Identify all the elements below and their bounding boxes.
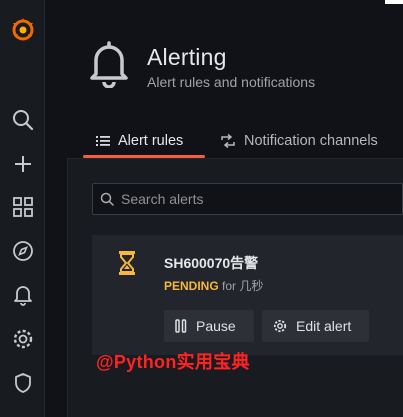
edit-alert-button[interactable]: Edit alert: [262, 310, 369, 342]
gear-icon: [273, 319, 287, 333]
shield-icon[interactable]: [0, 366, 45, 400]
list-icon: [96, 136, 110, 146]
page-title: Alerting: [147, 44, 227, 70]
window-edge: [385, 0, 403, 4]
pause-icon: [175, 319, 187, 333]
tab-notification-channels[interactable]: Notification channels: [220, 126, 378, 156]
pause-button[interactable]: Pause: [164, 310, 254, 342]
hourglass-icon: [119, 251, 135, 275]
alert-rule-name[interactable]: SH600070告警: [164, 253, 258, 273]
tab-label: Notification channels: [244, 133, 378, 149]
status-badge: PENDING: [164, 279, 219, 293]
search-icon[interactable]: [0, 103, 45, 137]
edit-label: Edit alert: [296, 318, 352, 334]
page-subtitle: Alert rules and notifications: [147, 74, 316, 90]
dashboards-icon[interactable]: [0, 190, 45, 224]
search-input[interactable]: [121, 191, 391, 207]
pause-label: Pause: [196, 318, 236, 334]
gear-icon[interactable]: [0, 322, 45, 356]
bell-icon[interactable]: [0, 278, 45, 312]
alert-rule-status: PENDING for 几秒: [164, 277, 263, 294]
channel-sync-icon: [221, 134, 235, 148]
sidebar: [0, 0, 45, 417]
plus-icon[interactable]: [0, 147, 45, 181]
search-icon: [93, 192, 121, 206]
tab-alert-rules[interactable]: Alert rules: [96, 126, 183, 156]
bell-icon: [90, 41, 128, 88]
watermark-text: @Python实用宝典: [96, 352, 250, 372]
explore-compass-icon[interactable]: [0, 234, 45, 268]
grafana-logo-icon[interactable]: [0, 12, 45, 46]
tab-label: Alert rules: [118, 133, 184, 149]
search-box: [92, 183, 403, 215]
status-duration: for 几秒: [222, 279, 264, 293]
grafana-window: Alerting Alert rules and notifications A…: [0, 0, 403, 417]
